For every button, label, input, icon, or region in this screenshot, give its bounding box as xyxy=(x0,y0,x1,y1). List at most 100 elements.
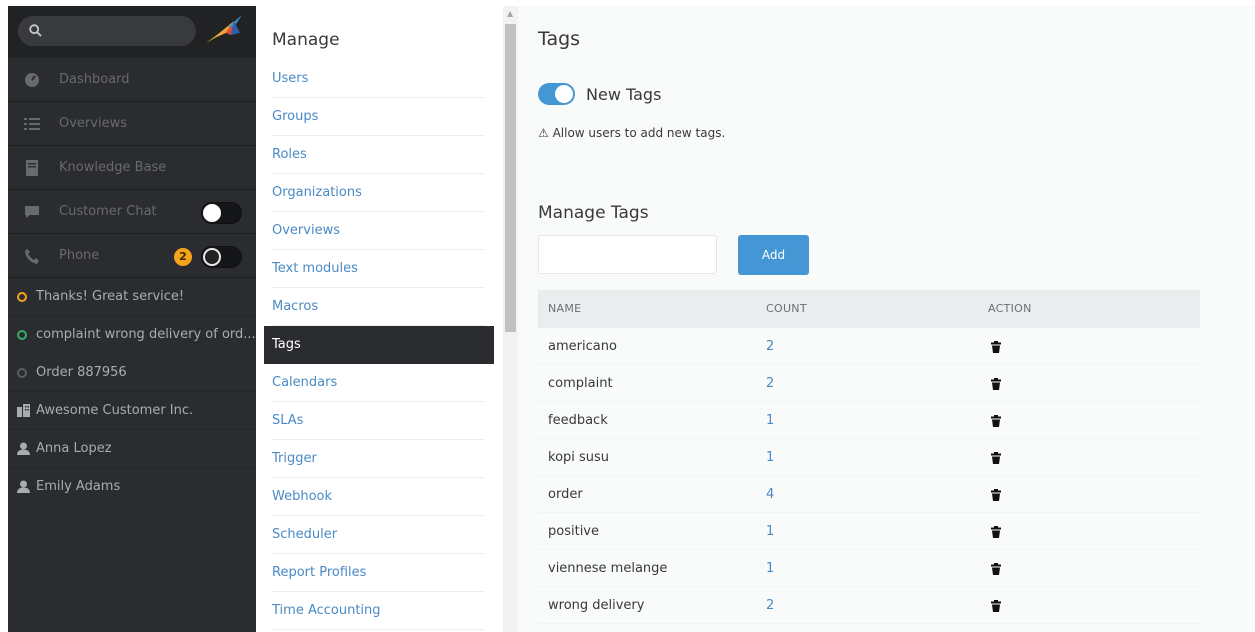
customer-chat-toggle[interactable] xyxy=(201,202,242,224)
manage-scrollbar[interactable]: ▲ xyxy=(503,6,518,632)
table-row[interactable]: order 4 xyxy=(538,476,1200,513)
overviews-icon xyxy=(24,118,40,130)
tag-count-link[interactable]: 1 xyxy=(766,550,774,588)
nav-header xyxy=(8,6,256,58)
tag-count-link[interactable]: 1 xyxy=(766,402,774,440)
manage-item-trigger[interactable]: Trigger xyxy=(272,440,484,478)
manage-item-organizations[interactable]: Organizations xyxy=(272,174,484,212)
tag-name[interactable]: americano xyxy=(548,328,617,366)
tag-count-link[interactable]: 2 xyxy=(766,587,774,625)
add-tag-button[interactable]: Add xyxy=(738,235,809,275)
nav-item-customer-chat[interactable]: Customer Chat xyxy=(8,190,256,234)
task-label: Thanks! Great service! xyxy=(36,289,185,304)
tag-count-link[interactable]: 1 xyxy=(766,439,774,477)
table-row[interactable]: kopi susu 1 xyxy=(538,439,1200,476)
manage-item-roles[interactable]: Roles xyxy=(272,136,484,174)
manage-item-time-accounting[interactable]: Time Accounting xyxy=(272,592,484,630)
tag-name[interactable]: order xyxy=(548,476,583,514)
organization-icon xyxy=(17,404,30,417)
ticket-status-icon xyxy=(17,368,27,378)
trash-icon[interactable] xyxy=(991,415,1001,427)
manage-sidebar: Manage Users Groups Roles Organizations … xyxy=(264,6,494,632)
table-row[interactable]: viennese melange 1 xyxy=(538,550,1200,587)
manage-item-macros[interactable]: Macros xyxy=(272,288,484,326)
table-row[interactable]: americano 2 xyxy=(538,328,1200,365)
trash-icon[interactable] xyxy=(991,452,1001,464)
task-item[interactable]: Order 887956 xyxy=(8,354,256,392)
trash-icon[interactable] xyxy=(991,526,1001,538)
column-header-name[interactable]: NAME xyxy=(548,290,581,328)
tag-count-link[interactable]: 1 xyxy=(766,513,774,551)
page-title: Tags xyxy=(538,28,581,50)
trash-icon[interactable] xyxy=(991,341,1001,353)
manage-item-scheduler[interactable]: Scheduler xyxy=(272,516,484,554)
task-item[interactable]: Anna Lopez xyxy=(8,430,256,468)
task-label: Order 887956 xyxy=(36,365,127,380)
task-label: complaint wrong delivery of ord... xyxy=(36,327,256,342)
manage-item-users[interactable]: Users xyxy=(272,60,484,98)
scroll-up-arrow-icon[interactable]: ▲ xyxy=(507,9,513,18)
nav-item-label: Phone xyxy=(59,248,100,263)
nav-item-phone[interactable]: Phone 2 xyxy=(8,234,256,278)
search-field[interactable] xyxy=(18,16,196,46)
main-navigation: Dashboard Overviews Knowledge Base Custo… xyxy=(8,6,256,632)
task-item[interactable]: complaint wrong delivery of ord... xyxy=(8,316,256,354)
tags-table: NAME COUNT ACTION americano 2 complaint 2 fe… xyxy=(538,290,1200,624)
manage-item-webhook[interactable]: Webhook xyxy=(272,478,484,516)
table-row[interactable]: wrong delivery 2 xyxy=(538,587,1200,624)
column-header-count[interactable]: COUNT xyxy=(766,290,807,328)
scrollbar-thumb[interactable] xyxy=(505,24,516,332)
task-item[interactable]: Emily Adams xyxy=(8,468,256,506)
new-tags-toggle[interactable] xyxy=(538,83,575,105)
nav-item-label: Knowledge Base xyxy=(59,160,167,175)
manage-item-text-modules[interactable]: Text modules xyxy=(272,250,484,288)
task-label: Emily Adams xyxy=(36,479,121,494)
search-icon xyxy=(29,24,42,37)
new-tag-input[interactable] xyxy=(538,235,717,274)
dashboard-icon xyxy=(25,73,39,87)
trash-icon[interactable] xyxy=(991,378,1001,390)
table-header: NAME COUNT ACTION xyxy=(538,290,1200,328)
tag-count-link[interactable]: 2 xyxy=(766,365,774,403)
manage-item-overviews[interactable]: Overviews xyxy=(272,212,484,250)
task-item[interactable]: Thanks! Great service! xyxy=(8,278,256,316)
manage-tags-title: Manage Tags xyxy=(538,203,649,223)
tag-name[interactable]: wrong delivery xyxy=(548,587,644,625)
logo-bird-icon[interactable] xyxy=(204,13,244,49)
manage-item-tags[interactable]: Tags xyxy=(264,326,494,364)
task-item[interactable]: Awesome Customer Inc. xyxy=(8,392,256,430)
chat-icon xyxy=(25,206,39,218)
tag-name[interactable]: kopi susu xyxy=(548,439,609,477)
tag-name[interactable]: positive xyxy=(548,513,599,551)
tag-count-link[interactable]: 4 xyxy=(766,476,774,514)
tag-count-link[interactable]: 2 xyxy=(766,328,774,366)
nav-item-knowledge-base[interactable]: Knowledge Base xyxy=(8,146,256,190)
tag-name[interactable]: feedback xyxy=(548,402,608,440)
tag-name[interactable]: complaint xyxy=(548,365,613,403)
new-tags-label: New Tags xyxy=(586,85,662,104)
manage-item-report-profiles[interactable]: Report Profiles xyxy=(272,554,484,592)
table-row[interactable]: positive 1 xyxy=(538,513,1200,550)
user-icon xyxy=(17,480,30,493)
table-row[interactable]: complaint 2 xyxy=(538,365,1200,402)
tag-name[interactable]: viennese melange xyxy=(548,550,667,588)
task-label: Awesome Customer Inc. xyxy=(36,403,194,418)
manage-item-groups[interactable]: Groups xyxy=(272,98,484,136)
table-body: americano 2 complaint 2 feedback 1 kopi susu 1 o… xyxy=(538,328,1200,624)
nav-item-label: Customer Chat xyxy=(59,204,157,219)
manage-item-calendars[interactable]: Calendars xyxy=(272,364,484,402)
manage-item-slas[interactable]: SLAs xyxy=(272,402,484,440)
nav-item-label: Dashboard xyxy=(59,72,130,87)
nav-item-dashboard[interactable]: Dashboard xyxy=(8,58,256,102)
nav-item-overviews[interactable]: Overviews xyxy=(8,102,256,146)
phone-toggle[interactable] xyxy=(201,246,242,268)
manage-title: Manage xyxy=(272,30,340,50)
column-header-action: ACTION xyxy=(988,302,1032,315)
trash-icon[interactable] xyxy=(991,563,1001,575)
trash-icon[interactable] xyxy=(991,600,1001,612)
phone-icon xyxy=(25,249,39,264)
phone-count-badge: 2 xyxy=(174,248,192,266)
trash-icon[interactable] xyxy=(991,489,1001,501)
user-icon xyxy=(17,442,30,455)
table-row[interactable]: feedback 1 xyxy=(538,402,1200,439)
